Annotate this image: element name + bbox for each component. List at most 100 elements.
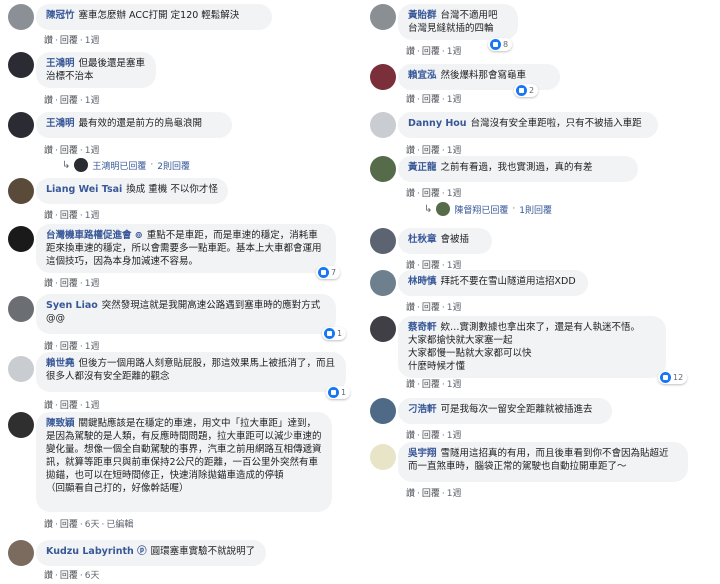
like-link[interactable]: 讚 xyxy=(406,489,415,499)
reaction-count[interactable]: 2 xyxy=(514,84,539,97)
like-link[interactable]: 讚 xyxy=(406,189,415,199)
like-link[interactable]: 讚 xyxy=(406,380,415,390)
avatar[interactable] xyxy=(370,398,396,424)
avatar[interactable] xyxy=(370,270,396,296)
like-link[interactable]: 讚 xyxy=(44,571,53,581)
avatar[interactable] xyxy=(370,156,396,182)
commenter-name[interactable]: 刁浩軒 xyxy=(408,404,437,415)
like-link[interactable]: 讚 xyxy=(44,401,53,411)
avatar[interactable] xyxy=(8,356,34,382)
like-link[interactable]: 讚 xyxy=(44,96,53,106)
reply-link[interactable]: 回覆 xyxy=(60,342,78,352)
avatar[interactable] xyxy=(8,4,34,30)
like-link[interactable]: 讚 xyxy=(44,342,53,352)
avatar[interactable] xyxy=(8,178,34,204)
commenter-name[interactable]: Liang Wei Tsai xyxy=(46,184,122,195)
reply-link[interactable]: 回覆 xyxy=(422,303,440,313)
timestamp[interactable]: 1週 xyxy=(447,303,462,313)
timestamp[interactable]: 1週 xyxy=(85,279,100,289)
reply-link[interactable]: 回覆 xyxy=(60,279,78,289)
reply-link[interactable]: 回覆 xyxy=(422,146,440,156)
separator: · xyxy=(441,380,445,390)
reply-link[interactable]: 回覆 xyxy=(422,189,440,199)
like-link[interactable]: 讚 xyxy=(44,211,53,221)
reaction-count[interactable]: 12 xyxy=(658,371,688,384)
like-link[interactable]: 讚 xyxy=(406,431,415,441)
comment-bubble: 台灣機車路權促進會 ⊚ 重點不是車距，而是車速的穩定，消耗車距來換車速的穩定，所以… xyxy=(36,224,336,273)
commenter-name[interactable]: 黃貽群 xyxy=(408,10,437,21)
view-replies-link[interactable]: ↳ 王鴻明已回覆 · 2則回覆 xyxy=(62,158,190,172)
commenter-name[interactable]: 台灣機車路權促進會 ⊚ xyxy=(46,230,143,241)
like-link[interactable]: 讚 xyxy=(406,146,415,156)
avatar[interactable] xyxy=(370,444,396,470)
timestamp[interactable]: 1週 xyxy=(447,95,462,105)
commenter-name[interactable]: 黃正龍 xyxy=(408,162,437,173)
timestamp[interactable]: 6天 xyxy=(85,571,100,581)
timestamp[interactable]: 1週 xyxy=(85,36,100,46)
commenter-name[interactable]: 林時慎 xyxy=(408,276,437,287)
commenter-name[interactable]: 陳致穎 xyxy=(46,418,75,429)
timestamp[interactable]: 1週 xyxy=(85,96,100,106)
avatar[interactable] xyxy=(370,64,396,90)
commenter-name[interactable]: 杜秋章 xyxy=(408,234,437,245)
reply-link[interactable]: 回覆 xyxy=(422,489,440,499)
commenter-name[interactable]: 王鴻明 xyxy=(46,58,75,69)
reply-link[interactable]: 回覆 xyxy=(60,36,78,46)
view-replies-link[interactable]: ↳ 陳督翔已回覆 · 1則回覆 xyxy=(424,202,552,216)
commenter-name[interactable]: Kudzu Labyrinth ⓟ xyxy=(46,546,147,557)
reply-link[interactable]: 回覆 xyxy=(60,146,78,156)
commenter-name[interactable]: 賴世堯 xyxy=(46,358,75,369)
timestamp[interactable]: 1週 xyxy=(447,489,462,499)
timestamp[interactable]: 1週 xyxy=(447,189,462,199)
commenter-name[interactable]: Danny Hou xyxy=(408,118,467,129)
avatar[interactable] xyxy=(8,412,34,438)
separator: · xyxy=(79,36,83,46)
avatar[interactable] xyxy=(8,540,34,566)
reply-link[interactable]: 回覆 xyxy=(60,401,78,411)
reply-link[interactable]: 回覆 xyxy=(422,380,440,390)
reply-link[interactable]: 回覆 xyxy=(60,520,78,530)
reply-link[interactable]: 回覆 xyxy=(60,96,78,106)
commenter-name[interactable]: 王鴻明 xyxy=(46,118,75,129)
reaction-count[interactable]: 1 xyxy=(322,327,347,340)
reaction-count[interactable]: 8 xyxy=(488,38,513,51)
avatar[interactable] xyxy=(8,52,34,78)
like-link[interactable]: 讚 xyxy=(44,279,53,289)
timestamp[interactable]: 1週 xyxy=(447,380,462,390)
timestamp[interactable]: 6天 xyxy=(85,520,100,530)
avatar[interactable] xyxy=(8,226,34,252)
avatar[interactable] xyxy=(8,112,34,138)
reply-link[interactable]: 回覆 xyxy=(422,95,440,105)
commenter-name[interactable]: 陳冠竹 xyxy=(46,10,75,21)
timestamp[interactable]: 1週 xyxy=(447,431,462,441)
commenter-name[interactable]: 賴宜泓 xyxy=(408,70,437,81)
reply-link[interactable]: 回覆 xyxy=(422,431,440,441)
timestamp[interactable]: 1週 xyxy=(447,146,462,156)
like-link[interactable]: 讚 xyxy=(44,36,53,46)
avatar[interactable] xyxy=(8,296,34,322)
timestamp[interactable]: 1週 xyxy=(85,342,100,352)
avatar[interactable] xyxy=(370,112,396,138)
reply-link[interactable]: 回覆 xyxy=(422,47,440,57)
reaction-count[interactable]: 7 xyxy=(316,266,341,279)
avatar[interactable] xyxy=(370,4,396,30)
avatar[interactable] xyxy=(370,316,396,342)
reaction-count[interactable]: 1 xyxy=(326,386,351,399)
separator: · xyxy=(55,342,58,352)
commenter-name[interactable]: 蔡奇軒 xyxy=(408,322,437,333)
commenter-name[interactable]: 吳宇翔 xyxy=(408,448,437,459)
edited-label[interactable]: 已編輯 xyxy=(106,520,133,530)
timestamp[interactable]: 1週 xyxy=(85,401,100,411)
like-link[interactable]: 讚 xyxy=(406,95,415,105)
reply-link[interactable]: 回覆 xyxy=(60,211,78,221)
commenter-name[interactable]: Syen Liao xyxy=(46,300,98,311)
timestamp[interactable]: 1週 xyxy=(85,146,100,156)
like-link[interactable]: 讚 xyxy=(44,146,53,156)
avatar[interactable] xyxy=(370,228,396,254)
timestamp[interactable]: 1週 xyxy=(85,211,100,221)
timestamp[interactable]: 1週 xyxy=(447,47,462,57)
like-link[interactable]: 讚 xyxy=(406,47,415,57)
like-link[interactable]: 讚 xyxy=(406,303,415,313)
like-link[interactable]: 讚 xyxy=(44,520,53,530)
reply-link[interactable]: 回覆 xyxy=(60,571,78,581)
